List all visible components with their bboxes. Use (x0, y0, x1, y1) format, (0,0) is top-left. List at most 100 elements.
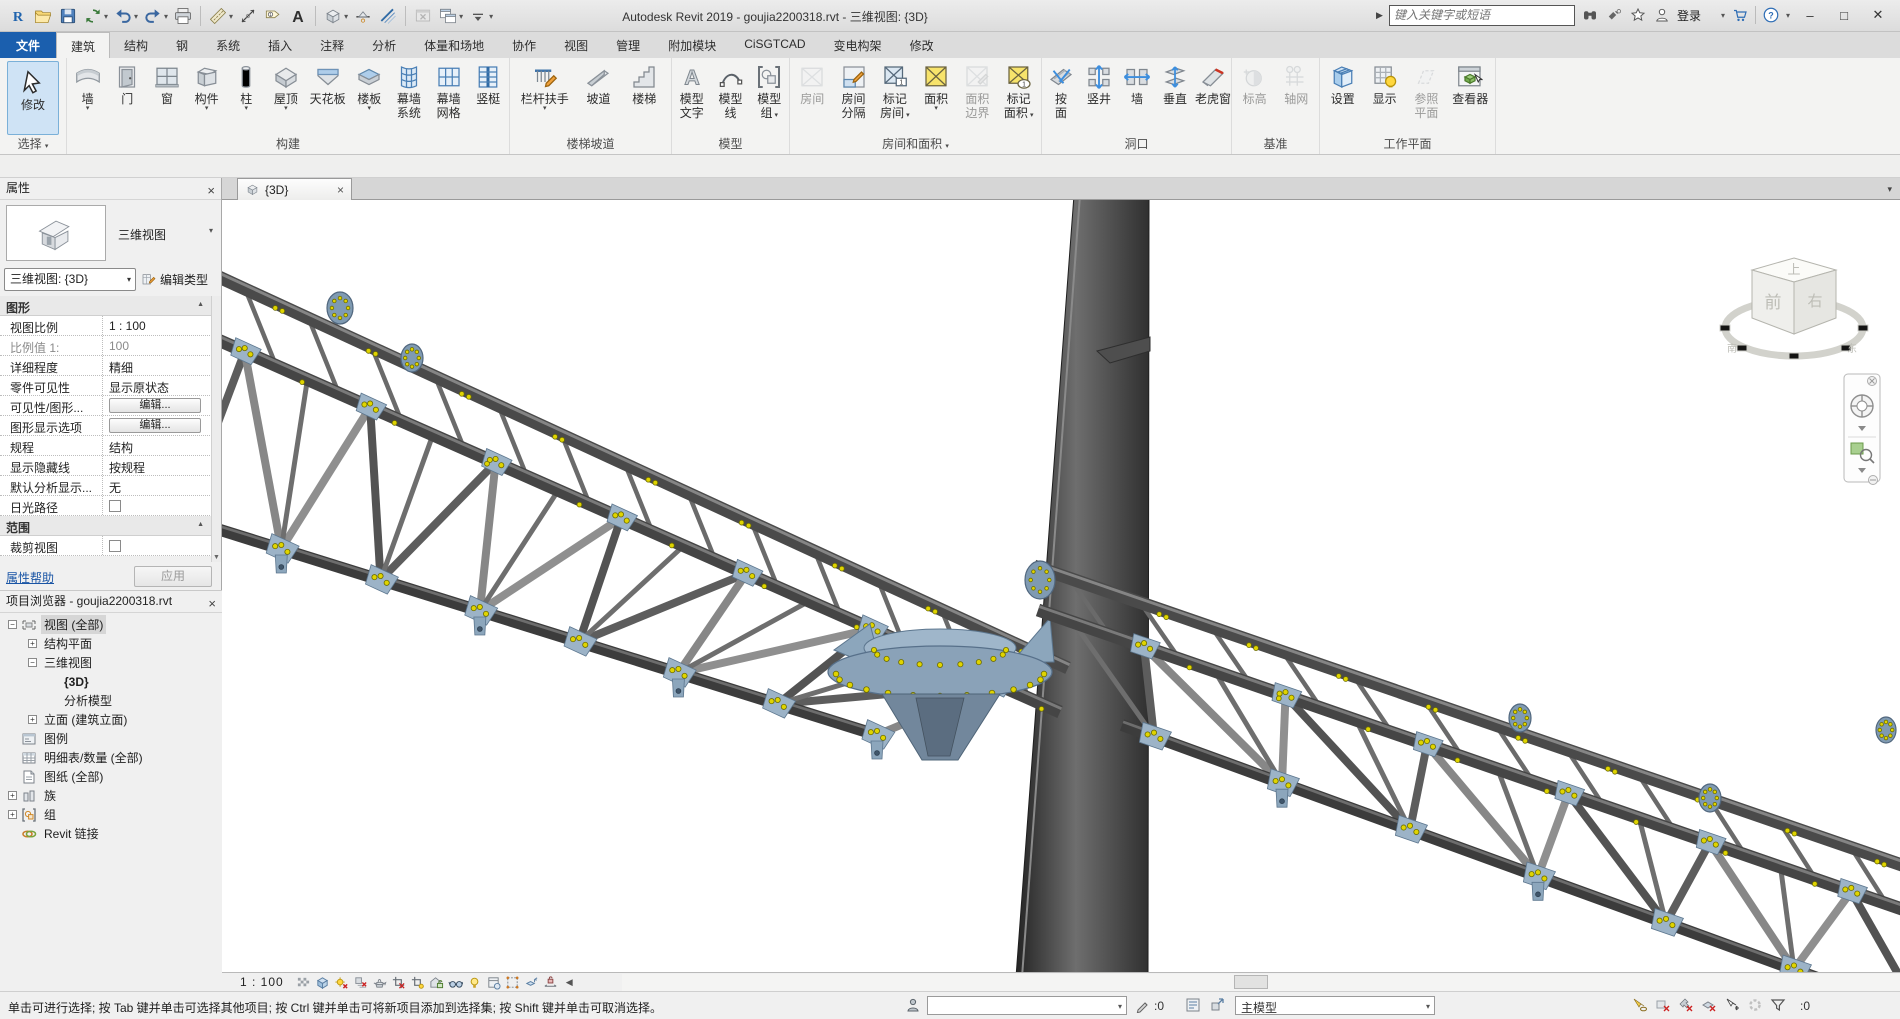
visual-style-button[interactable] (313, 974, 332, 991)
browser-item-1[interactable]: + 结构平面 (0, 634, 222, 653)
tab-修改[interactable]: 修改 (896, 32, 948, 58)
reveal-hidden-button[interactable] (465, 974, 484, 991)
ribbon-button-viewer[interactable]: 查看器 (1449, 61, 1491, 107)
expand-icon[interactable]: + (28, 639, 37, 648)
minimize-button[interactable]: – (1796, 4, 1824, 26)
show-crop-button[interactable] (408, 974, 427, 991)
prop-value[interactable]: 精细 (102, 356, 212, 375)
close-inactive-button[interactable] (411, 3, 435, 29)
horizontal-scrollbar[interactable] (622, 974, 1900, 991)
print-button[interactable] (171, 3, 195, 29)
prop-value[interactable]: 显示原状态 (102, 376, 212, 395)
search-expand-icon[interactable]: ▶ (1376, 10, 1383, 21)
browser-item-3[interactable]: {3D} (0, 672, 222, 691)
collapse-icon[interactable]: − (28, 658, 37, 667)
tab-钢[interactable]: 钢 (162, 32, 202, 58)
signin-dropdown-icon[interactable]: ▾ (1721, 11, 1725, 20)
ribbon-button-ramp[interactable]: 坡道 (579, 61, 617, 107)
rendering-dialog-button[interactable] (370, 974, 389, 991)
tab-附加模块[interactable]: 附加模块 (654, 32, 730, 58)
ribbon-button-tag-area[interactable]: 1标记面积▾ (1000, 61, 1038, 124)
tab-注释[interactable]: 注释 (306, 32, 358, 58)
prop-value[interactable] (102, 496, 212, 515)
type-preview-image[interactable] (6, 205, 106, 261)
tab-系统[interactable]: 系统 (202, 32, 254, 58)
select-pinned-toggle[interactable] (1678, 997, 1696, 1014)
shadows-button[interactable] (351, 974, 370, 991)
ribbon-button-workplane-show[interactable]: 显示 (1366, 61, 1404, 107)
select-underlay-toggle[interactable] (1655, 997, 1673, 1014)
reveal-constraints-button[interactable] (541, 974, 560, 991)
tab-体量和场地[interactable]: 体量和场地 (410, 32, 498, 58)
scrollbar-thumb[interactable] (1234, 975, 1268, 989)
checkbox[interactable] (109, 540, 121, 552)
project-browser-close-icon[interactable]: × (208, 593, 216, 614)
browser-item-10[interactable]: +组 (0, 805, 222, 824)
section-button[interactable] (351, 3, 375, 29)
active-option-only-icon[interactable] (1209, 997, 1227, 1014)
default-3d-view-button[interactable]: ▾ (321, 3, 350, 29)
undo-button[interactable]: ▾ (111, 3, 140, 29)
browser-item-label[interactable]: 视图 (全部) (41, 615, 106, 634)
highlight-displacement-button[interactable] (522, 974, 541, 991)
vcb-collapse-icon[interactable]: ◀ (566, 977, 573, 988)
prop-value[interactable]: 无 (102, 476, 212, 495)
open-button[interactable] (31, 3, 55, 29)
3d-model-canvas[interactable]: 上前右南东 (222, 200, 1900, 972)
ribbon-button-workplane-set[interactable]: 设置 (1324, 61, 1362, 107)
close-button[interactable]: ✕ (1864, 4, 1892, 26)
tab-视图[interactable]: 视图 (550, 32, 602, 58)
worksets-combo[interactable]: ▾ (927, 996, 1127, 1015)
browser-item-5[interactable]: +立面 (建筑立面) (0, 710, 222, 729)
browser-item-label[interactable]: 明细表/数量 (全部) (41, 748, 146, 767)
design-options-icon[interactable] (1185, 997, 1203, 1014)
modify-button[interactable]: 修改 (7, 61, 59, 135)
prop-value[interactable]: 按规程 (102, 456, 212, 475)
prop-value[interactable]: 100 (102, 336, 212, 355)
ribbon-button-column[interactable]: 柱▾ (227, 61, 265, 113)
3d-viewport[interactable]: 上前右南东 (222, 200, 1900, 972)
revit-logo-button[interactable]: R (6, 3, 30, 29)
measure-button[interactable]: ▾ (206, 3, 235, 29)
ribbon-button-roof[interactable]: 屋顶▾ (267, 61, 305, 113)
search-input[interactable] (1389, 5, 1575, 26)
tab-CiSGTCAD[interactable]: CiSGTCAD (730, 32, 819, 58)
ribbon-button-opening-by-face[interactable]: 按面 (1042, 61, 1080, 121)
apply-button[interactable]: 应用 (134, 566, 212, 587)
prop-value[interactable]: 1 : 100 (102, 316, 212, 335)
browser-item-label[interactable]: 组 (41, 805, 59, 824)
unlocked-3d-button[interactable] (427, 974, 446, 991)
properties-help-link[interactable]: 属性帮助 (6, 569, 54, 586)
properties-close-icon[interactable]: × (207, 180, 215, 201)
view-tab-list-icon[interactable]: ▾ (1887, 184, 1892, 195)
switch-windows-button[interactable]: ▾ (436, 3, 465, 29)
ribbon-button-model-text[interactable]: A模型文字 (673, 61, 711, 121)
browser-item-4[interactable]: 分析模型 (0, 691, 222, 710)
redo-button[interactable]: ▾ (141, 3, 170, 29)
ribbon-button-vertical-opening[interactable]: 垂直 (1156, 61, 1194, 107)
browser-item-0[interactable]: −视图 (全部) (0, 615, 222, 634)
customize-qat-button[interactable]: ▾ (466, 3, 495, 29)
prop-value[interactable] (102, 536, 212, 555)
tab-插入[interactable]: 插入 (254, 32, 306, 58)
expand-icon[interactable]: + (28, 715, 37, 724)
ribbon-button-model-line[interactable]: 模型线 (712, 61, 750, 121)
browser-item-2[interactable]: −三维视图 (0, 653, 222, 672)
signin-label[interactable]: 登录 (1677, 7, 1701, 24)
ribbon-button-curtain-grid[interactable]: 幕墙网格 (430, 61, 468, 121)
detail-level-button[interactable] (294, 974, 313, 991)
ribbon-button-window[interactable]: 窗 (148, 61, 186, 107)
edit-button[interactable]: 编辑... (109, 418, 201, 433)
aligned-dimension-button[interactable] (236, 3, 260, 29)
ribbon-button-shaft[interactable]: 竖井 (1080, 61, 1118, 107)
help-icon[interactable]: ? (1762, 6, 1780, 24)
tab-file[interactable]: 文件 (0, 32, 56, 58)
ribbon-button-wall[interactable]: 墙▾ (69, 61, 107, 113)
expand-icon[interactable]: + (8, 791, 17, 800)
sun-path-button[interactable] (332, 974, 351, 991)
prop-value[interactable]: 编辑... (102, 396, 212, 415)
thin-lines-button[interactable] (376, 3, 400, 29)
browser-item-label[interactable]: 结构平面 (41, 634, 95, 653)
tab-结构[interactable]: 结构 (110, 32, 162, 58)
communication-center-icon[interactable] (1605, 6, 1623, 24)
